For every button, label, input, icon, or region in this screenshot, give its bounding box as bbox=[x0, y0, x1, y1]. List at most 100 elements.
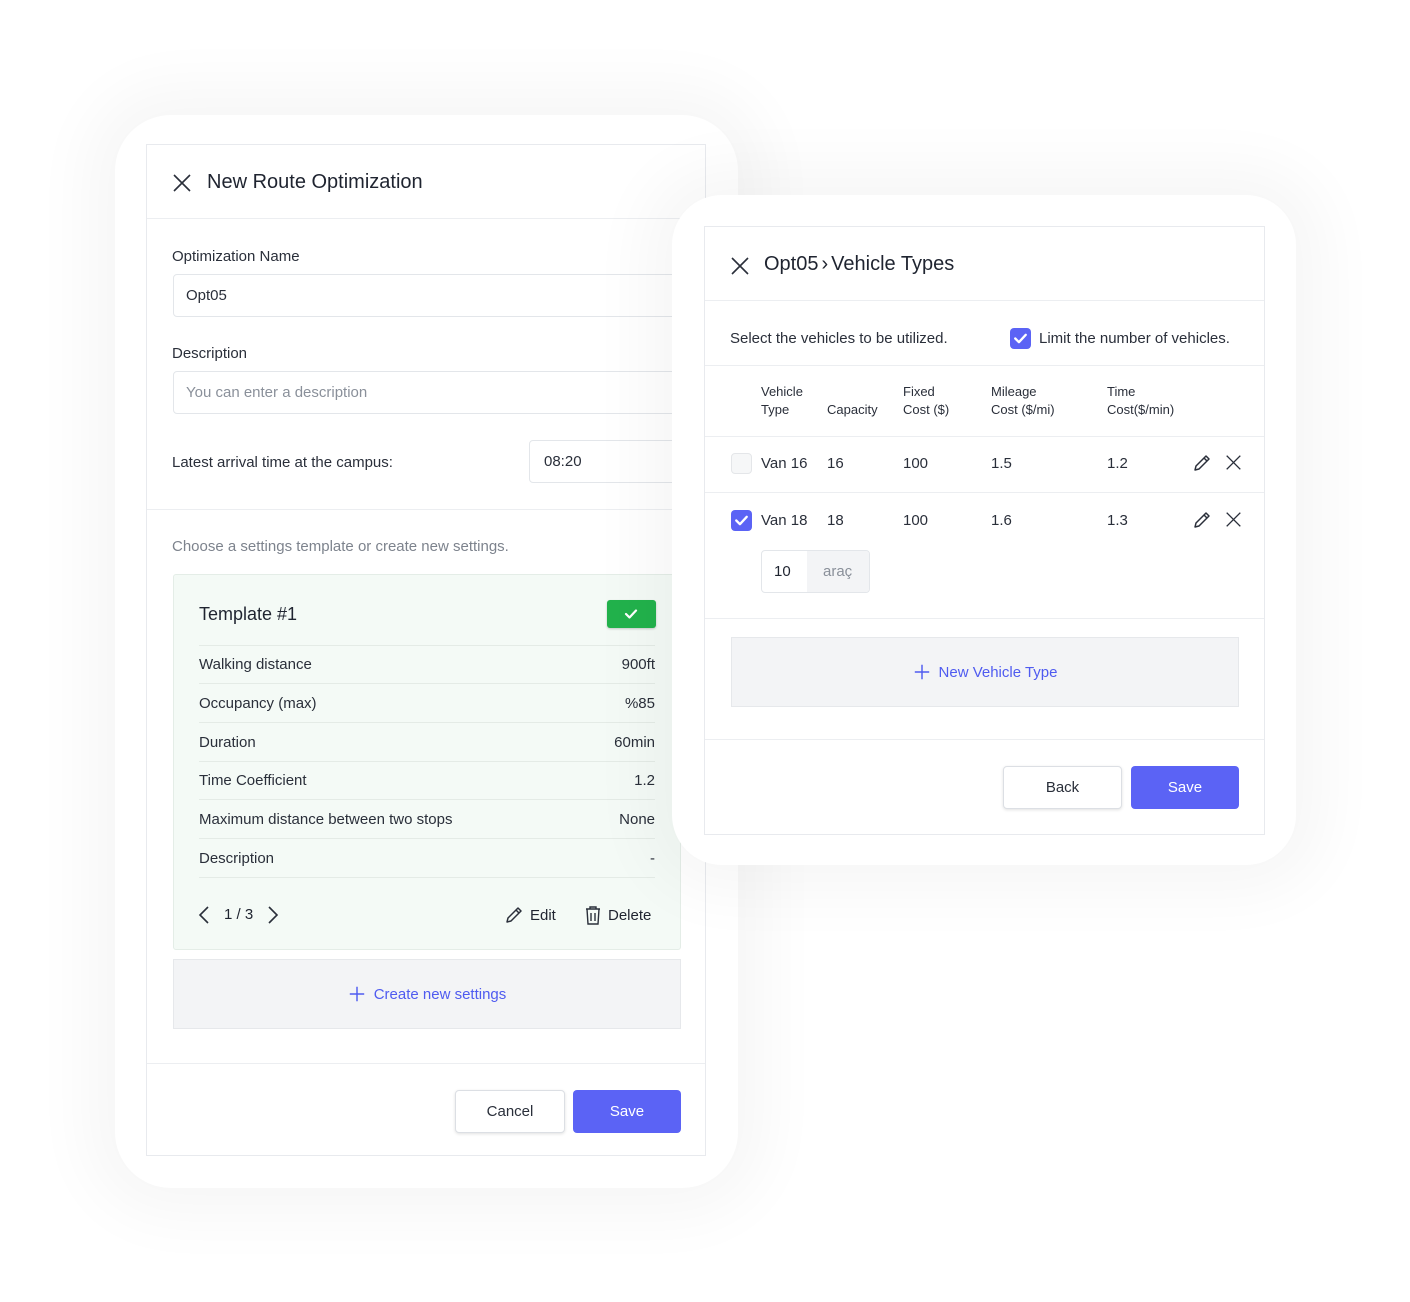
vehicle-fixed: 100 bbox=[903, 512, 929, 529]
plus-icon bbox=[913, 663, 931, 681]
template-row-value: %85 bbox=[624, 694, 655, 712]
name-value: Opt05 bbox=[186, 287, 227, 304]
check-icon bbox=[1010, 328, 1031, 349]
template-row-value: 1.2 bbox=[634, 772, 655, 790]
breadcrumb-current: Vehicle Types bbox=[831, 253, 955, 275]
vehicle-time: 1.2 bbox=[1107, 455, 1128, 472]
vehicle-time: 1.3 bbox=[1107, 512, 1128, 529]
template-row-value: 60min bbox=[614, 733, 655, 751]
vehicle-fixed: 100 bbox=[903, 455, 929, 472]
vehicle-row: Van 16 16 100 1.5 1.2 bbox=[705, 453, 1265, 481]
delete-x-icon[interactable] bbox=[1225, 511, 1242, 528]
description-placeholder: You can enter a description bbox=[186, 384, 368, 401]
template-row-label: Time Coefficient bbox=[199, 772, 307, 790]
save-button[interactable]: Save bbox=[1131, 766, 1239, 809]
pencil-icon[interactable] bbox=[1192, 510, 1212, 530]
optimization-name-input[interactable]: Opt05 bbox=[173, 274, 705, 317]
chevron-right-icon[interactable] bbox=[267, 905, 279, 925]
vehicle-checkbox[interactable] bbox=[731, 453, 752, 474]
template-row-label: Duration bbox=[199, 733, 256, 751]
edit-label: Edit bbox=[530, 906, 556, 924]
template-row-label: Occupancy (max) bbox=[199, 694, 317, 712]
column-header: Capacity bbox=[827, 383, 878, 419]
dialog-title: New Route Optimization bbox=[207, 171, 423, 193]
vehicle-types-dialog: Opt05 › Vehicle Types Select the vehicles … bbox=[704, 226, 1265, 835]
check-icon bbox=[731, 510, 752, 531]
column-header-line1: Time bbox=[1107, 384, 1136, 399]
vehicle-count-unit: araç bbox=[807, 551, 869, 592]
delete-x-icon[interactable] bbox=[1225, 454, 1242, 471]
vehicle-count-value: 10 bbox=[774, 563, 791, 580]
create-new-settings-button[interactable]: Create new settings bbox=[173, 959, 681, 1029]
vehicle-checkbox[interactable] bbox=[731, 510, 752, 531]
limit-label: Limit the number of vehicles. bbox=[1039, 330, 1230, 347]
column-header-line2: Cost ($/mi) bbox=[991, 402, 1055, 417]
limit-vehicles-checkbox[interactable] bbox=[1010, 328, 1031, 349]
vehicle-row: Van 18 18 100 1.6 1.3 bbox=[705, 510, 1265, 538]
template-row-value: - bbox=[650, 850, 655, 867]
template-row: Maximum distance between two stops None bbox=[199, 801, 655, 840]
trash-icon bbox=[586, 906, 600, 925]
back-button[interactable]: Back bbox=[1003, 766, 1122, 809]
template-row: Time Coefficient 1.2 bbox=[199, 762, 655, 801]
new-route-optimization-dialog: New Route Optimization Optimization Name… bbox=[146, 144, 706, 1156]
delete-button[interactable]: Delete bbox=[584, 905, 651, 925]
description-label: Description bbox=[172, 345, 248, 362]
close-icon[interactable] bbox=[172, 173, 192, 193]
vehicle-count-input[interactable]: 10 araç bbox=[761, 550, 870, 593]
template-row-value: 900ft bbox=[621, 656, 655, 673]
column-header: Fixed Cost ($) bbox=[903, 383, 949, 419]
pencil-icon[interactable] bbox=[1192, 453, 1212, 473]
template-row: Occupancy (max) %85 bbox=[199, 685, 655, 723]
check-icon bbox=[621, 604, 641, 624]
column-header-line2: Capacity bbox=[827, 402, 878, 417]
new-vehicle-type-button[interactable]: New Vehicle Type bbox=[731, 637, 1239, 707]
column-header-line2: Cost($/min) bbox=[1107, 402, 1175, 417]
vehicle-mileage: 1.5 bbox=[991, 455, 1012, 472]
cancel-button[interactable]: Cancel bbox=[455, 1090, 565, 1133]
column-header: Mileage Cost ($/mi) bbox=[991, 383, 1055, 419]
create-label: Create new settings bbox=[373, 985, 507, 1003]
chevron-left-icon[interactable] bbox=[198, 905, 210, 925]
column-header-line1 bbox=[827, 383, 878, 401]
template-card[interactable]: Template #1 Walking distance 900ft Occupan… bbox=[173, 574, 681, 950]
template-title: Template #1 bbox=[199, 604, 298, 624]
template-row: Walking distance 900ft bbox=[199, 646, 655, 684]
template-pager: 1 / 3 bbox=[224, 906, 254, 923]
template-row-label: Description bbox=[199, 850, 275, 867]
edit-button[interactable]: Edit bbox=[504, 905, 556, 925]
template-selected-button[interactable] bbox=[607, 600, 656, 628]
breadcrumb-parent[interactable]: Opt05 bbox=[764, 253, 818, 275]
vehicle-mileage: 1.6 bbox=[991, 512, 1012, 529]
arrival-label: Latest arrival time at the campus: bbox=[172, 454, 393, 471]
breadcrumb-separator: › bbox=[821, 253, 829, 275]
vehicle-capacity: 16 bbox=[827, 455, 844, 472]
column-header-line1: Mileage bbox=[991, 384, 1037, 399]
pencil-icon bbox=[504, 905, 524, 925]
vehicle-capacity: 18 bbox=[827, 512, 844, 529]
column-header-line2: Cost ($) bbox=[903, 402, 950, 417]
template-row-label: Maximum distance between two stops bbox=[199, 811, 453, 829]
vehicle-type: Van 18 bbox=[761, 512, 808, 529]
column-header: Time Cost($/min) bbox=[1107, 383, 1174, 419]
template-row: Duration 60min bbox=[199, 724, 655, 762]
close-icon[interactable] bbox=[730, 256, 750, 276]
plus-icon bbox=[348, 985, 366, 1003]
template-hint: Choose a settings template or create new… bbox=[172, 538, 509, 555]
name-label: Optimization Name bbox=[172, 248, 300, 265]
vehicle-type: Van 16 bbox=[761, 455, 808, 472]
save-button[interactable]: Save bbox=[573, 1090, 681, 1133]
description-input[interactable]: You can enter a description bbox=[173, 371, 705, 414]
column-header-line1: Fixed bbox=[903, 384, 935, 399]
select-hint: Select the vehicles to be utilized. bbox=[730, 330, 948, 347]
column-header: Vehicle Type bbox=[761, 383, 803, 419]
arrival-value: 08:20 bbox=[544, 453, 582, 470]
delete-label: Delete bbox=[608, 906, 652, 924]
template-row-label: Walking distance bbox=[199, 656, 312, 673]
column-header-line2: Type bbox=[761, 402, 790, 417]
new-vehicle-label: New Vehicle Type bbox=[938, 663, 1058, 681]
template-row: Description - bbox=[199, 840, 655, 878]
column-header-line1: Vehicle bbox=[761, 384, 803, 399]
dialog-title: Opt05 › Vehicle Types bbox=[764, 253, 954, 276]
template-row-value: None bbox=[619, 811, 655, 829]
